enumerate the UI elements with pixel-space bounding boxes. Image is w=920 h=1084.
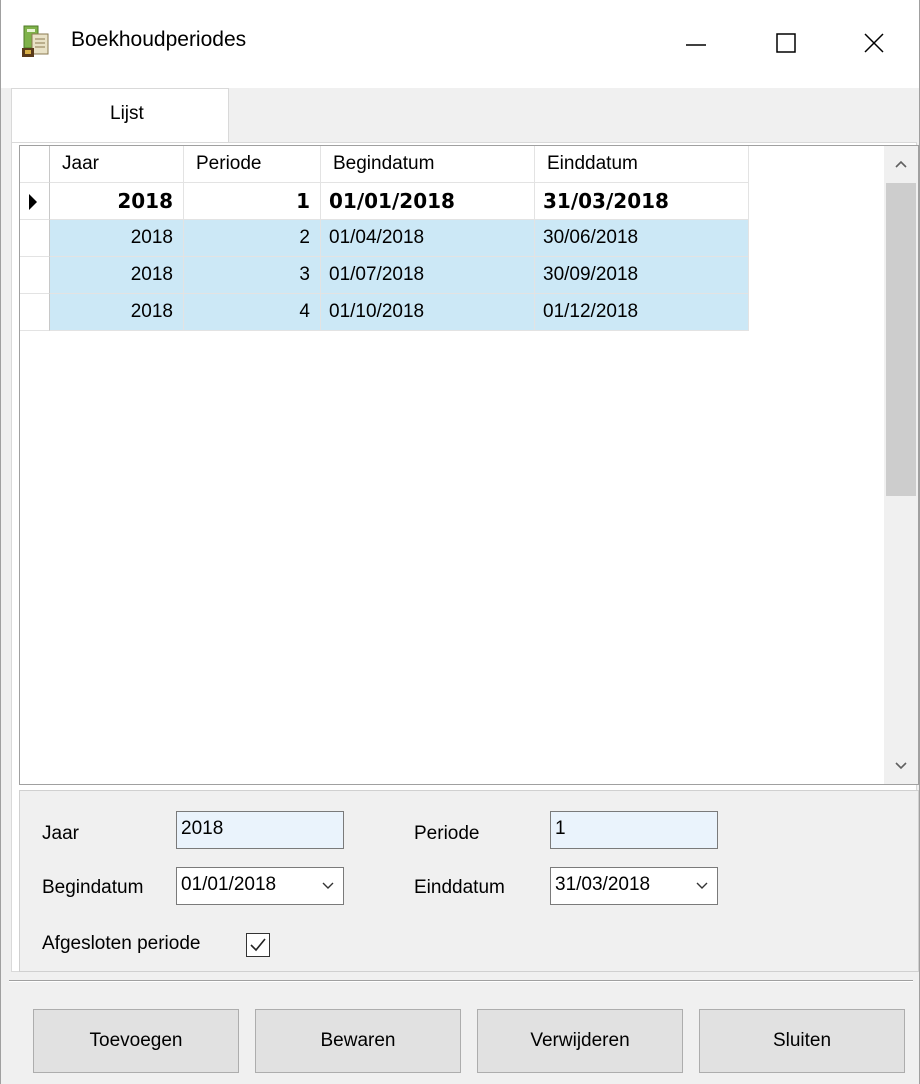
cell-periode[interactable]: 3 — [184, 257, 321, 294]
afgesloten-checkbox[interactable] — [246, 933, 270, 957]
chevron-up-icon — [895, 160, 907, 168]
title-bar[interactable]: Boekhoudperiodes — [1, 0, 919, 88]
chevron-down-icon — [895, 762, 907, 770]
chevron-down-icon[interactable] — [695, 868, 709, 904]
cell-begindatum[interactable]: 01/10/2018 — [321, 294, 535, 331]
cell-begindatum[interactable]: 01/07/2018 — [321, 257, 535, 294]
column-header-jaar[interactable]: Jaar — [50, 146, 184, 183]
periode-field[interactable]: 1 — [550, 811, 718, 849]
cell-jaar[interactable]: 2018 — [50, 183, 184, 220]
row-indicator-cell — [20, 294, 50, 331]
column-header-periode[interactable]: Periode — [184, 146, 321, 183]
cell-begindatum[interactable]: 01/01/2018 — [321, 183, 535, 220]
cell-einddatum[interactable]: 31/03/2018 — [535, 183, 749, 220]
checkmark-icon — [250, 938, 266, 952]
scroll-thumb[interactable] — [886, 183, 916, 496]
einddatum-value: 31/03/2018 — [555, 874, 651, 895]
jaar-field[interactable]: 2018 — [176, 811, 344, 849]
window: Boekhoudperiodes Lijst Jaar Periode Begi… — [0, 0, 920, 1084]
tab-strip: Lijst — [1, 88, 919, 143]
save-button[interactable]: Bewaren — [255, 1009, 461, 1073]
cell-periode[interactable]: 4 — [184, 294, 321, 331]
einddatum-date-picker[interactable]: 31/03/2018 — [550, 867, 718, 905]
table-row[interactable]: 2018 2 01/04/2018 30/06/2018 — [20, 220, 749, 257]
table-row[interactable]: 2018 3 01/07/2018 30/09/2018 — [20, 257, 749, 294]
maximize-icon — [776, 33, 796, 53]
tab-label: Lijst — [110, 103, 144, 124]
minimize-icon — [686, 44, 706, 46]
period-detail-form: Jaar 2018 Periode 1 Begindatum 01/01/201… — [19, 790, 919, 972]
periods-grid[interactable]: Jaar Periode Begindatum Einddatum 2018 1… — [19, 145, 919, 785]
begindatum-date-picker[interactable]: 01/01/2018 — [176, 867, 344, 905]
vertical-scrollbar[interactable] — [884, 146, 918, 784]
cell-begindatum[interactable]: 01/04/2018 — [321, 220, 535, 257]
chevron-down-icon[interactable] — [321, 868, 335, 904]
begindatum-value: 01/01/2018 — [181, 874, 277, 895]
begindatum-label: Begindatum — [42, 877, 144, 898]
einddatum-label: Einddatum — [414, 877, 505, 898]
cell-periode[interactable]: 1 — [184, 183, 321, 220]
cell-jaar[interactable]: 2018 — [50, 294, 184, 331]
jaar-label: Jaar — [42, 823, 79, 844]
close-dialog-button[interactable]: Sluiten — [699, 1009, 905, 1073]
cell-jaar[interactable]: 2018 — [50, 257, 184, 294]
button-separator — [9, 980, 913, 982]
header-indicator-cell — [20, 146, 50, 183]
afgesloten-label: Afgesloten periode — [42, 933, 201, 954]
tab-lijst[interactable]: Lijst — [11, 88, 229, 143]
row-indicator-cell — [20, 220, 50, 257]
column-header-einddatum[interactable]: Einddatum — [535, 146, 749, 183]
window-title: Boekhoudperiodes — [71, 28, 247, 51]
add-button[interactable]: Toevoegen — [33, 1009, 239, 1073]
cell-einddatum[interactable]: 01/12/2018 — [535, 294, 749, 331]
cell-einddatum[interactable]: 30/09/2018 — [535, 257, 749, 294]
cell-einddatum[interactable]: 30/06/2018 — [535, 220, 749, 257]
close-icon — [864, 33, 884, 53]
table-row[interactable]: 2018 4 01/10/2018 01/12/2018 — [20, 294, 749, 331]
grid-header: Jaar Periode Begindatum Einddatum — [20, 146, 749, 183]
close-button[interactable] — [829, 8, 919, 78]
row-indicator-cell — [20, 183, 50, 220]
current-row-arrow-icon — [29, 194, 37, 210]
maximize-button[interactable] — [741, 8, 831, 78]
minimize-button[interactable] — [651, 8, 741, 78]
scroll-up-button[interactable] — [884, 146, 918, 182]
column-header-begindatum[interactable]: Begindatum — [321, 146, 535, 183]
table-row[interactable]: 2018 1 01/01/2018 31/03/2018 — [20, 183, 749, 220]
delete-button[interactable]: Verwijderen — [477, 1009, 683, 1073]
cell-periode[interactable]: 2 — [184, 220, 321, 257]
ledger-app-icon — [22, 25, 49, 57]
periode-label: Periode — [414, 823, 480, 844]
scroll-down-button[interactable] — [884, 748, 918, 784]
row-indicator-cell — [20, 257, 50, 294]
cell-jaar[interactable]: 2018 — [50, 220, 184, 257]
